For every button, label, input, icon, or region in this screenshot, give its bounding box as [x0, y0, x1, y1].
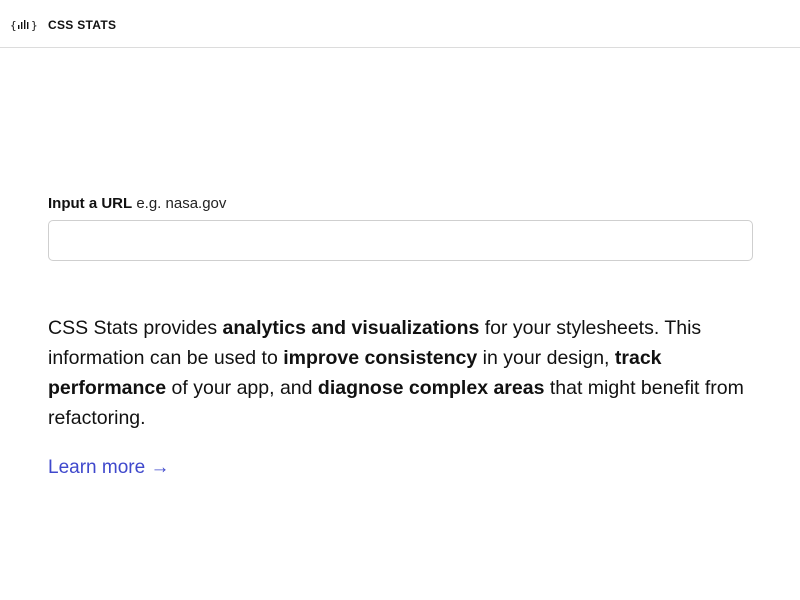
home-link[interactable]: { } CSS STATS: [10, 16, 116, 34]
bar-chart-braces-icon: { }: [10, 18, 38, 32]
url-label: Input a URL e.g. nasa.gov: [48, 195, 753, 213]
top-bar: { } CSS STATS: [0, 0, 800, 48]
description-emphasis: improve consistency: [283, 347, 478, 369]
description-emphasis: analytics and visualizations: [222, 317, 480, 339]
description-text: CSS Stats provides: [48, 317, 223, 339]
page: { } CSS STATS Input a URL e.g. nasa.gov …: [0, 0, 800, 600]
description-paragraph: CSS Stats provides analytics and visuali…: [48, 313, 748, 433]
brand-name: CSS STATS: [48, 18, 117, 32]
svg-text:{: {: [10, 19, 17, 32]
description-text: in your design,: [477, 347, 615, 369]
description-emphasis: diagnose complex areas: [317, 377, 545, 399]
url-label-hint: e.g. nasa.gov: [136, 195, 227, 212]
url-input[interactable]: [48, 220, 753, 261]
url-form: Input a URL e.g. nasa.gov: [48, 195, 753, 261]
url-label-strong: Input a URL: [48, 195, 133, 212]
svg-text:}: }: [31, 19, 38, 32]
learn-more-link[interactable]: Learn more →: [48, 455, 169, 481]
description-text: of your app, and: [166, 377, 318, 399]
